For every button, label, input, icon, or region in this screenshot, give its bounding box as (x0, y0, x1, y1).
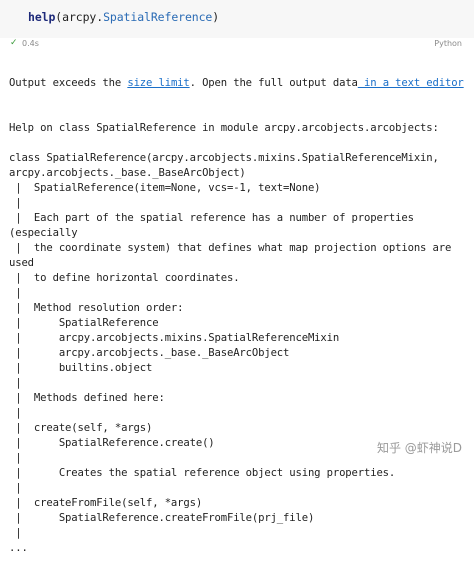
close-paren: ) (212, 10, 220, 24)
output-line: | createFromFile(self, *args) (9, 497, 203, 509)
output-line: | (9, 482, 22, 494)
output-line: | Creates the spatial reference object u… (9, 467, 396, 479)
output-line: ... (9, 542, 28, 554)
output-line: | Methods defined here: (9, 392, 165, 404)
output-line: | (9, 407, 22, 419)
output-line: | (9, 377, 22, 389)
output-line: | builtins.object (9, 362, 153, 374)
code-cell-input[interactable]: help(arcpy.SpatialReference) (0, 0, 474, 38)
output-line: | Each part of the spatial reference has… (9, 212, 414, 224)
output-line: class SpatialReference(arcpy.arcobjects.… (9, 152, 439, 164)
output-line: | SpatialReference (9, 317, 159, 329)
output-line: | (9, 527, 22, 539)
notice-text: . Open the full output data (189, 77, 358, 89)
watermark: 知乎 @虾神说D (376, 441, 462, 455)
cell-output: Output exceeds the size limit. Open the … (9, 46, 464, 571)
output-line: used (9, 257, 34, 269)
output-notice: Output exceeds the size limit. Open the … (9, 76, 464, 91)
output-line: | the coordinate system) that defines wh… (9, 242, 452, 254)
output-line: | Method resolution order: (9, 302, 184, 314)
code-line[interactable]: help(arcpy.SpatialReference) (28, 10, 219, 24)
open-in-text-editor-link[interactable]: in a text editor (358, 77, 464, 89)
output-line: | to define horizontal coordinates. (9, 272, 240, 284)
help-function: help (28, 10, 56, 24)
output-line: | SpatialReference(item=None, vcs=-1, te… (9, 182, 321, 194)
output-line: | arcpy.arcobjects._base._BaseArcObject (9, 347, 290, 359)
output-line: Help on class SpatialReference in module… (9, 122, 439, 134)
size-limit-link[interactable]: size limit (127, 77, 189, 89)
notice-text: Output exceeds the (9, 77, 128, 89)
output-line: | (9, 197, 22, 209)
output-line: arcpy.arcobjects._base._BaseArcObject) (9, 167, 246, 179)
output-line: (especially (9, 227, 78, 239)
output-line: | SpatialReference.createFromFile(prj_fi… (9, 512, 315, 524)
output-line: | arcpy.arcobjects.mixins.SpatialReferen… (9, 332, 340, 344)
class-name: SpatialReference (103, 10, 213, 24)
help-text: Help on class SpatialReference in module… (9, 121, 464, 556)
module-name: arcpy. (62, 10, 104, 24)
output-line: | (9, 287, 22, 299)
output-line: | create(self, *args) (9, 422, 153, 434)
